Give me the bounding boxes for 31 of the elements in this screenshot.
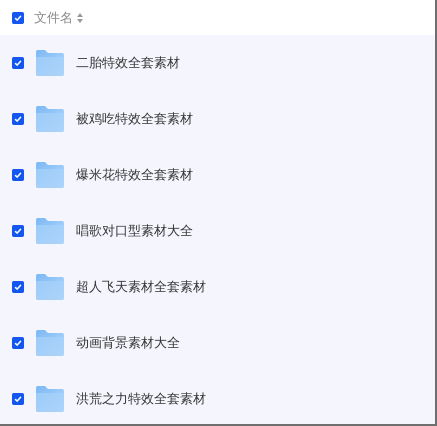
file-row[interactable]: 超人飞天素材全套素材 [0, 259, 435, 315]
file-name: 动画背景素材大全 [76, 335, 180, 352]
folder-icon [35, 386, 65, 412]
file-name: 二胎特效全套素材 [76, 55, 180, 72]
file-row[interactable]: 二胎特效全套素材 [0, 35, 435, 91]
file-name: 超人飞天素材全套素材 [76, 279, 206, 296]
row-checkbox[interactable] [12, 337, 24, 349]
row-checkbox[interactable] [12, 57, 24, 69]
select-all-checkbox[interactable] [12, 12, 24, 24]
column-header[interactable]: 文件名 [34, 8, 73, 26]
folder-icon [35, 50, 65, 76]
row-checkbox[interactable] [12, 113, 24, 125]
file-name: 爆米花特效全套素材 [76, 167, 193, 184]
sort-icon[interactable] [77, 12, 83, 22]
file-row[interactable]: 被鸡吃特效全套素材 [0, 91, 435, 147]
folder-icon [35, 274, 65, 300]
folder-icon [35, 218, 65, 244]
folder-icon [35, 330, 65, 356]
file-row[interactable]: 洪荒之力特效全套素材 [0, 371, 435, 424]
file-row[interactable]: 动画背景素材大全 [0, 315, 435, 371]
row-checkbox[interactable] [12, 393, 24, 405]
file-row[interactable]: 爆米花特效全套素材 [0, 147, 435, 203]
folder-icon [35, 162, 65, 188]
file-name: 唱歌对口型素材大全 [76, 223, 193, 240]
folder-icon [35, 106, 65, 132]
row-checkbox[interactable] [12, 169, 24, 181]
file-name: 洪荒之力特效全套素材 [76, 391, 206, 408]
file-name: 被鸡吃特效全套素材 [76, 111, 193, 128]
file-row[interactable]: 唱歌对口型素材大全 [0, 203, 435, 259]
row-checkbox[interactable] [12, 281, 24, 293]
row-checkbox[interactable] [12, 225, 24, 237]
